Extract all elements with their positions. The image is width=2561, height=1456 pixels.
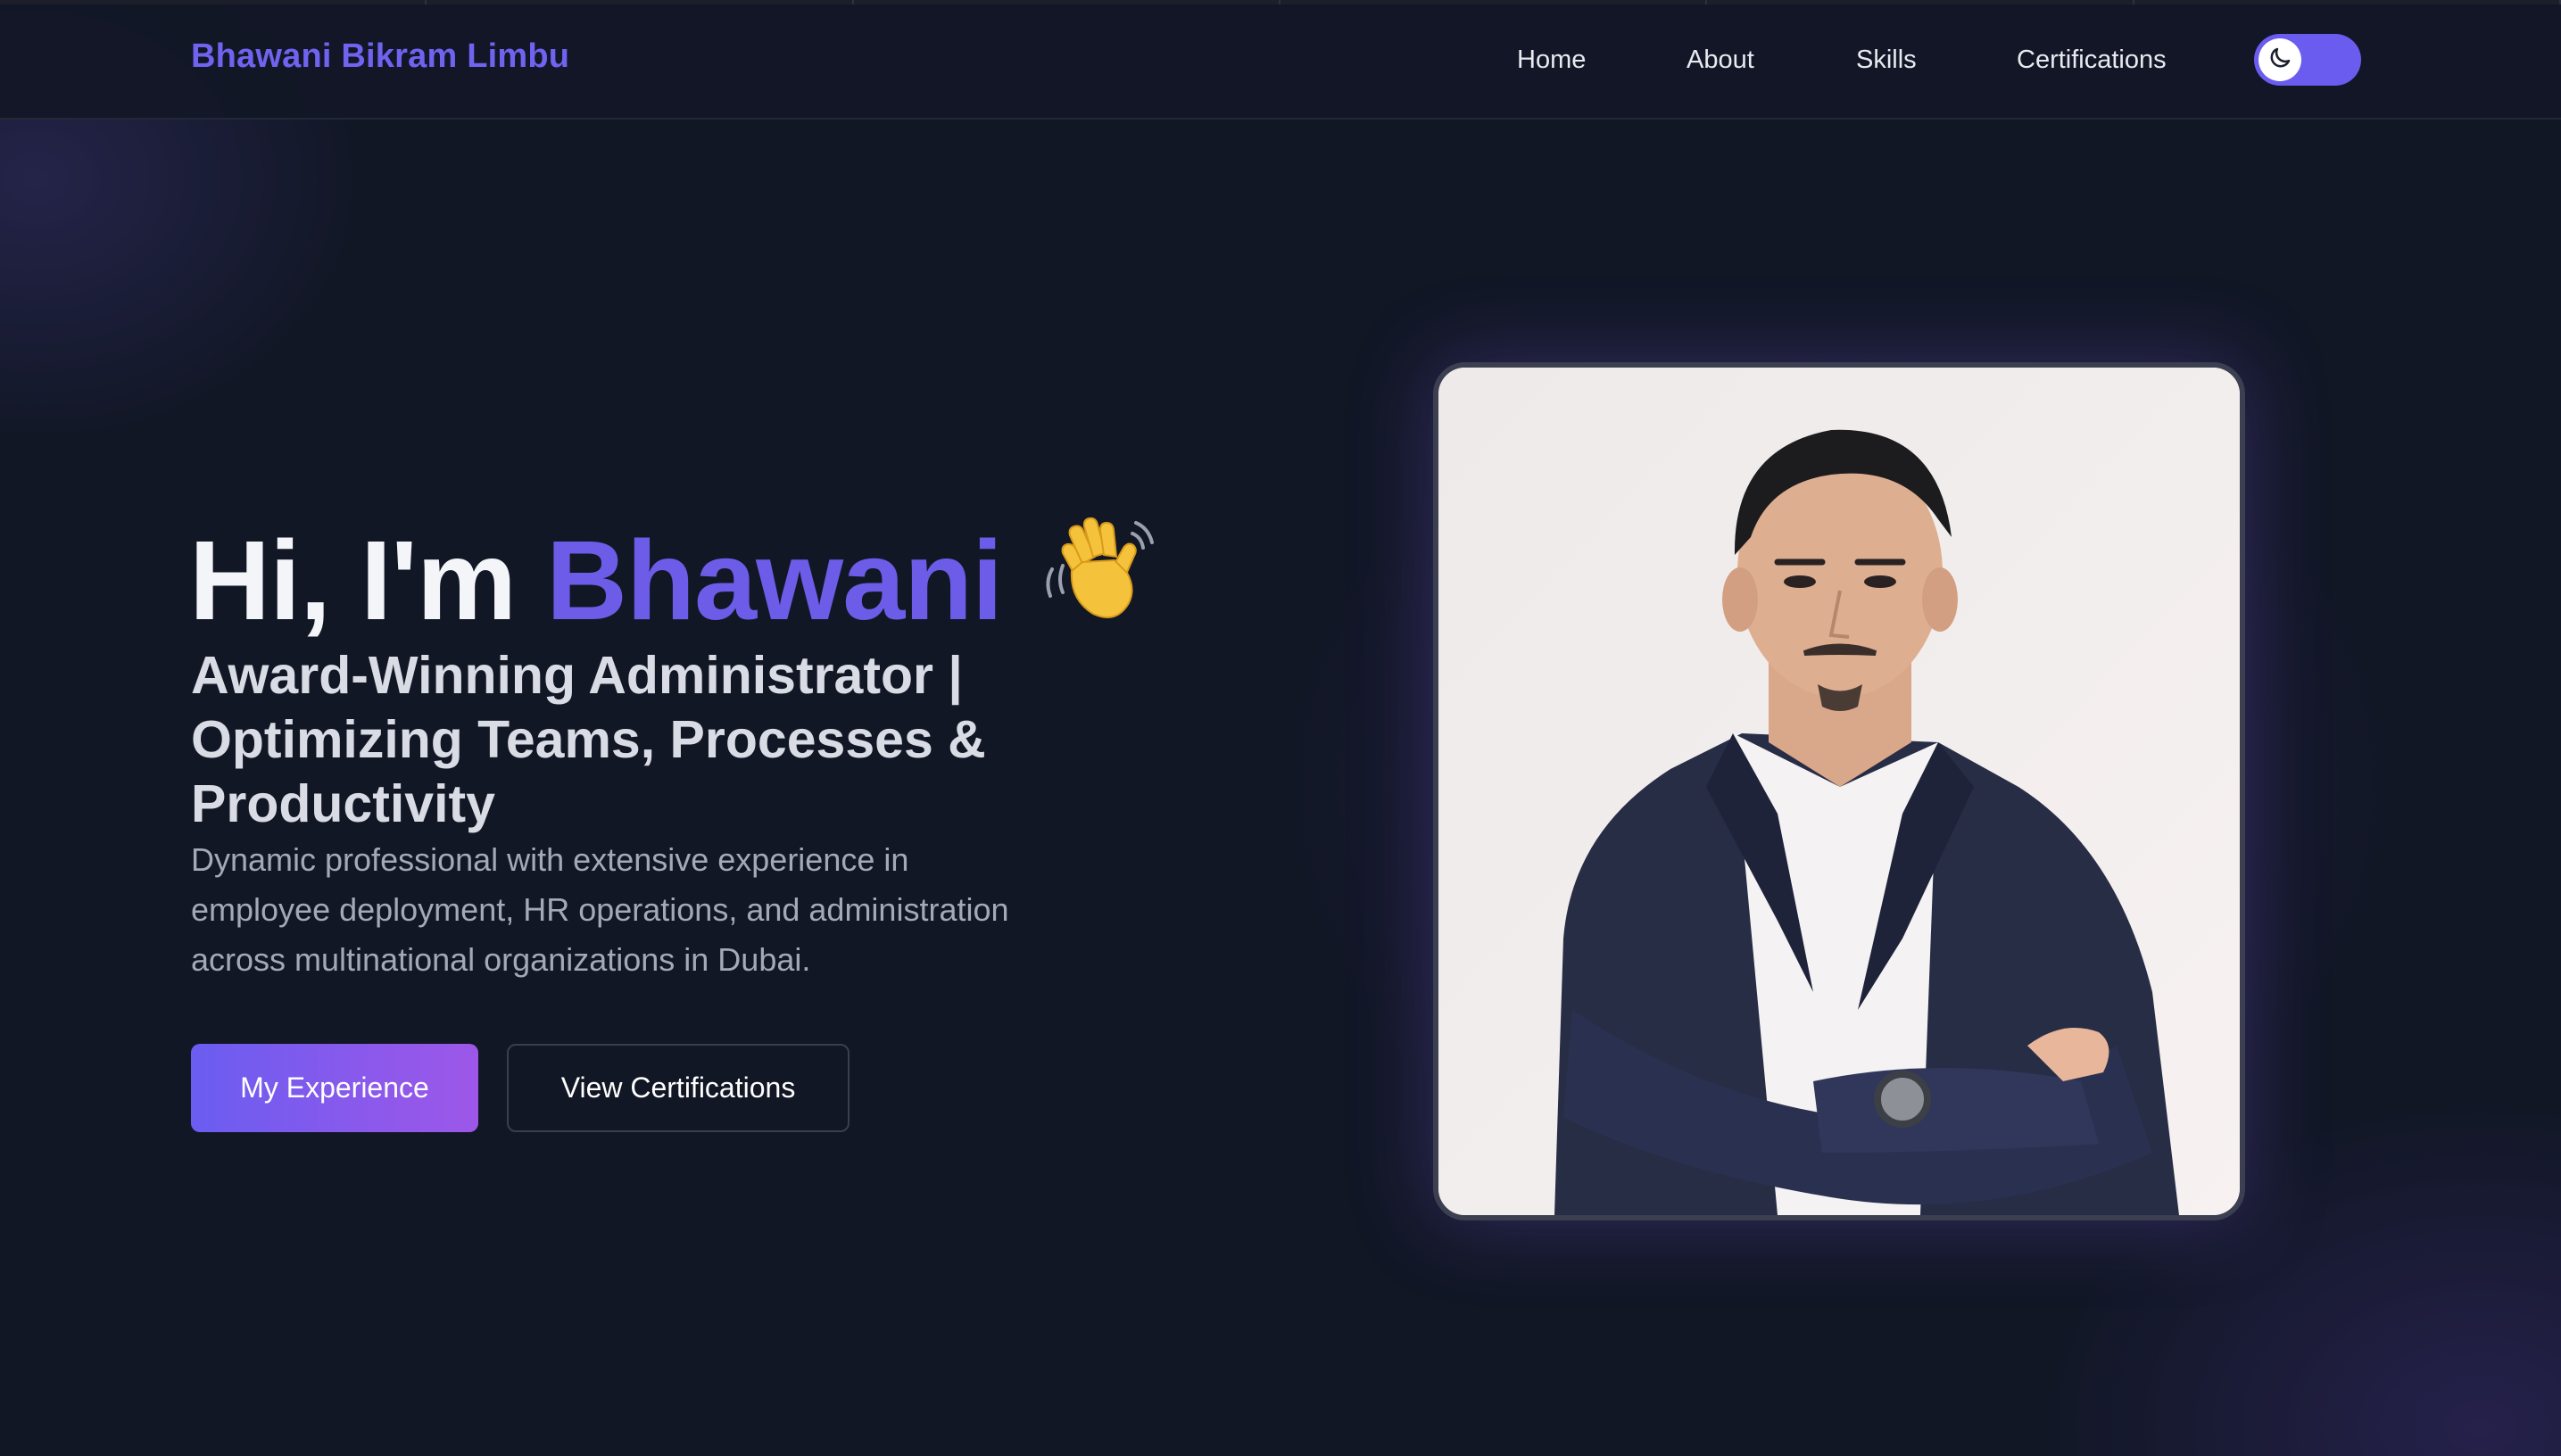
nav-link-skills[interactable]: Skills	[1856, 46, 1917, 75]
moon-icon	[2267, 45, 2293, 76]
profile-portrait-illustration	[1438, 368, 2240, 1215]
hero-description: Dynamic professional with extensive expe…	[191, 835, 1119, 985]
hero-greeting: Hi, I'm	[189, 517, 547, 644]
nav-link-certifications[interactable]: Certifications	[2017, 46, 2167, 75]
hero-description-line-2: employee deployment, HR operations, and …	[191, 891, 1009, 928]
hero-subtitle-line-2: Optimizing Teams, Processes &	[191, 709, 986, 769]
theme-toggle[interactable]	[2254, 34, 2361, 86]
navbar: Bhawani Bikram Limbu Home About Skills C…	[0, 4, 2561, 120]
waving-hand-icon	[1038, 510, 1161, 644]
nav-link-about[interactable]: About	[1687, 46, 1754, 75]
page: Bhawani Bikram Limbu Home About Skills C…	[0, 0, 2561, 1456]
hero-name: Bhawani	[546, 517, 1003, 644]
hero-description-line-1: Dynamic professional with extensive expe…	[191, 841, 909, 878]
hero-subtitle-line-3: Productivity	[191, 774, 495, 833]
hero-subtitle: Award-Winning Administrator | Optimizing…	[191, 643, 1173, 836]
view-certifications-button[interactable]: View Certifications	[507, 1044, 850, 1132]
hero-subtitle-line-1: Award-Winning Administrator |	[191, 645, 963, 705]
brand-logo[interactable]: Bhawani Bikram Limbu	[191, 37, 569, 76]
hero-title: Hi, I'm Bhawani	[189, 510, 1161, 644]
toggle-knob	[2258, 38, 2301, 81]
nav-link-home[interactable]: Home	[1517, 46, 1586, 75]
profile-photo	[1433, 362, 2245, 1220]
my-experience-button[interactable]: My Experience	[191, 1044, 478, 1132]
hero-description-line-3: across multinational organizations in Du…	[191, 941, 811, 978]
